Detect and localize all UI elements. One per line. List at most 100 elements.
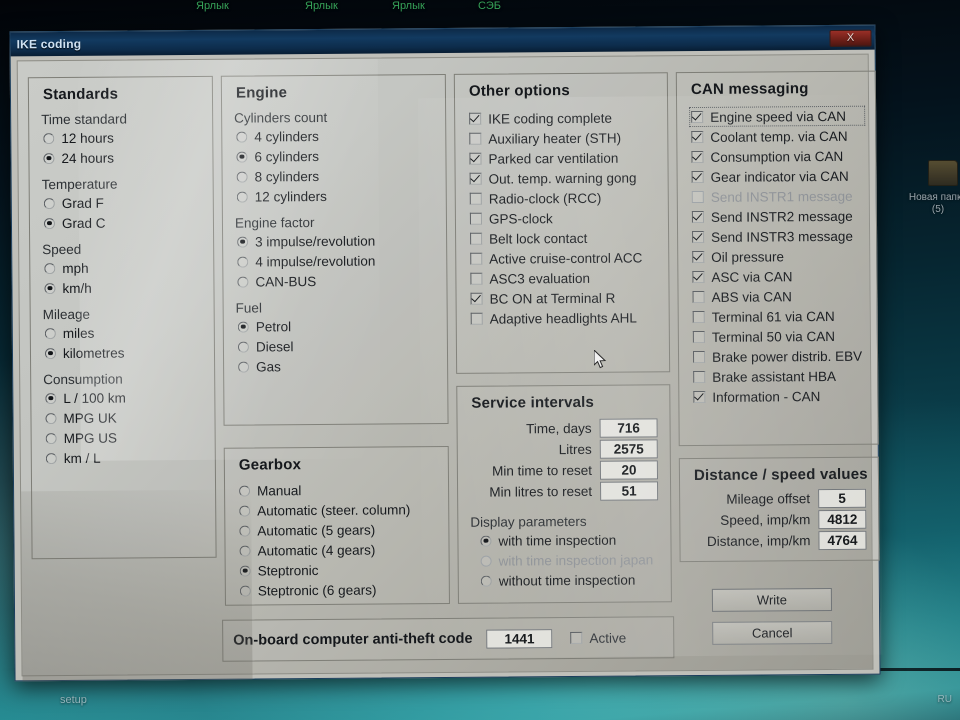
time-days-input[interactable]: 716 — [599, 418, 658, 438]
checkbox-parked-car-ventilation[interactable]: Parked car ventilation — [455, 147, 667, 169]
radio-icon — [236, 131, 248, 143]
checkbox-radio-clock-rcc[interactable]: Radio-clock (RCC) — [456, 187, 668, 209]
close-icon[interactable]: X — [829, 29, 872, 47]
checkbox-coolant-temp-via-can[interactable]: Coolant temp. via CAN — [677, 126, 875, 148]
cancel-button[interactable]: Cancel — [712, 620, 833, 645]
write-button[interactable]: Write — [711, 587, 833, 612]
window-titlebar[interactable]: IKE coding X — [10, 25, 875, 57]
radio-label: Petrol — [255, 318, 292, 334]
taskbar-item-setup[interactable]: setup — [60, 694, 87, 706]
checkbox-terminal-61-via-can[interactable]: Terminal 61 via CAN — [679, 306, 877, 328]
group-can-messaging-title: CAN messaging — [690, 80, 809, 99]
field-label: Min time to reset — [492, 462, 592, 479]
radio-3-impulse[interactable]: 3 impulse/revolution — [223, 230, 446, 252]
checkbox-engine-speed-via-can[interactable]: Engine speed via CAN — [689, 105, 866, 128]
radio-l-100km[interactable]: L / 100 km — [31, 387, 214, 408]
checkbox-oil-pressure[interactable]: Oil pressure — [678, 246, 876, 268]
group-engine: Engine Cylinders count 4 cylinders 6 cyl… — [220, 73, 449, 426]
radio-manual[interactable]: Manual — [225, 479, 448, 501]
radio-miles[interactable]: miles — [31, 322, 214, 343]
checkbox-asc-via-can[interactable]: ASC via CAN — [678, 266, 876, 288]
label-fuel: Fuel — [235, 300, 262, 316]
checkbox-icon — [470, 292, 483, 305]
min-time-to-reset-input[interactable]: 20 — [599, 460, 658, 480]
radio-can-bus[interactable]: CAN-BUS — [223, 270, 446, 292]
speed-imp-km-input[interactable]: 4812 — [818, 509, 867, 530]
radio-8-cylinders[interactable]: 8 cylinders — [223, 165, 446, 187]
desktop-icon-label-4[interactable]: СЭБ — [478, 0, 501, 12]
radio-gas[interactable]: Gas — [224, 355, 447, 377]
radio-label: CAN-BUS — [255, 273, 317, 289]
radio-without-time-inspection[interactable]: without time inspection — [459, 569, 659, 591]
radio-steptronic[interactable]: Steptronic — [226, 559, 449, 581]
radio-label: 6 cylinders — [254, 148, 320, 164]
checkbox-information-can[interactable]: Information - CAN — [679, 386, 877, 408]
antitheft-code-input[interactable]: 1441 — [486, 628, 553, 649]
checkbox-abs-via-can[interactable]: ABS via CAN — [678, 286, 876, 308]
checkbox-out-temp-warning-gong[interactable]: Out. temp. warning gong — [456, 167, 668, 189]
checkbox-active-cruise-control-acc[interactable]: Active cruise-control ACC — [456, 247, 668, 269]
radio-icon — [480, 575, 492, 587]
antitheft-bar: On-board computer anti-theft code 1441 A… — [222, 616, 675, 662]
checkbox-asc3-evaluation[interactable]: ASC3 evaluation — [456, 267, 668, 289]
checkbox-brake-assistant-hba[interactable]: Brake assistant HBA — [679, 366, 877, 388]
checkbox-send-instr3-message[interactable]: Send INSTR3 message — [678, 226, 876, 248]
radio-automatic-4-gears[interactable]: Automatic (4 gears) — [225, 539, 448, 561]
radio-grad-f[interactable]: Grad F — [30, 192, 213, 213]
checkbox-gps-clock[interactable]: GPS-clock — [456, 207, 668, 229]
checkbox-bc-on-at-terminal-r[interactable]: BC ON at Terminal R — [456, 287, 668, 309]
radio-steptronic-6-gears[interactable]: Steptronic (6 gears) — [226, 579, 449, 601]
folder-label[interactable]: Новая папка (5) — [908, 192, 960, 216]
radio-mpg-uk[interactable]: MPG UK — [31, 407, 214, 428]
distance-imp-km-input[interactable]: 4764 — [818, 530, 867, 551]
checkbox-icon — [691, 170, 704, 184]
radio-automatic-5-gears[interactable]: Automatic (5 gears) — [225, 519, 448, 541]
checkbox-icon — [692, 270, 705, 284]
radio-12-cylinders[interactable]: 12 cylinders — [223, 185, 446, 207]
checkbox-label: Consumption via CAN — [710, 148, 844, 165]
desktop-icon-label-2[interactable]: Ярлык — [305, 0, 338, 12]
radio-label: 4 cylinders — [254, 128, 319, 144]
radio-automatic-steer-column[interactable]: Automatic (steer. column) — [225, 499, 448, 521]
radio-kmh[interactable]: km/h — [30, 277, 213, 298]
checkbox-consumption-via-can[interactable]: Consumption via CAN — [677, 146, 875, 168]
radio-icon — [44, 327, 56, 339]
checkbox-belt-lock-contact[interactable]: Belt lock contact — [456, 227, 668, 249]
checkbox-terminal-50-via-can[interactable]: Terminal 50 via CAN — [679, 326, 877, 348]
checkbox-icon — [470, 232, 483, 245]
radio-6-cylinders[interactable]: 6 cylinders — [222, 145, 445, 167]
desktop-icon-label-3[interactable]: Ярлык — [392, 0, 425, 12]
radio-mph[interactable]: mph — [30, 257, 213, 278]
litres-input[interactable]: 2575 — [599, 439, 658, 459]
checkbox-label: ASC3 evaluation — [489, 270, 591, 287]
radio-grad-c[interactable]: Grad C — [30, 212, 213, 233]
desktop-icon-label-1[interactable]: Ярлык — [196, 0, 229, 12]
radio-km-l[interactable]: km / L — [32, 447, 215, 468]
radio-label: Manual — [257, 482, 302, 498]
mileage-offset-input[interactable]: 5 — [818, 488, 867, 509]
radio-label: Automatic (4 gears) — [257, 542, 376, 558]
folder-icon[interactable] — [928, 160, 958, 186]
checkbox-gear-indicator-via-can[interactable]: Gear indicator via CAN — [678, 166, 876, 188]
radio-label: with time inspection japan — [498, 551, 654, 569]
radio-12-hours[interactable]: 12 hours — [29, 127, 212, 148]
checkbox-send-instr2-message[interactable]: Send INSTR2 message — [678, 206, 876, 228]
radio-24-hours[interactable]: 24 hours — [29, 147, 212, 168]
radio-4-impulse[interactable]: 4 impulse/revolution — [223, 250, 446, 272]
checkbox-auxiliary-heater[interactable]: Auxiliary heater (STH) — [455, 127, 667, 149]
checkbox-icon — [692, 230, 705, 244]
tray-language-indicator[interactable]: RU — [938, 694, 952, 705]
radio-mpg-us[interactable]: MPG US — [32, 427, 215, 448]
group-service-intervals: Service intervals Time, days 716 Litres … — [456, 384, 672, 604]
radio-petrol[interactable]: Petrol — [224, 315, 447, 337]
checkbox-antitheft-active[interactable]: Active — [570, 630, 626, 645]
radio-4-cylinders[interactable]: 4 cylinders — [222, 125, 445, 147]
label-cylinders-count: Cylinders count — [234, 109, 328, 126]
min-litres-to-reset-input[interactable]: 51 — [600, 481, 659, 501]
checkbox-ike-coding-complete[interactable]: IKE coding complete — [455, 107, 667, 129]
checkbox-brake-power-distrib-ebv[interactable]: Brake power distrib. EBV — [679, 346, 877, 368]
radio-diesel[interactable]: Diesel — [224, 335, 447, 357]
radio-kilometres[interactable]: kilometres — [31, 342, 214, 363]
radio-with-time-inspection[interactable]: with time inspection — [458, 529, 658, 551]
checkbox-adaptive-headlights-ahl[interactable]: Adaptive headlights AHL — [457, 307, 669, 329]
